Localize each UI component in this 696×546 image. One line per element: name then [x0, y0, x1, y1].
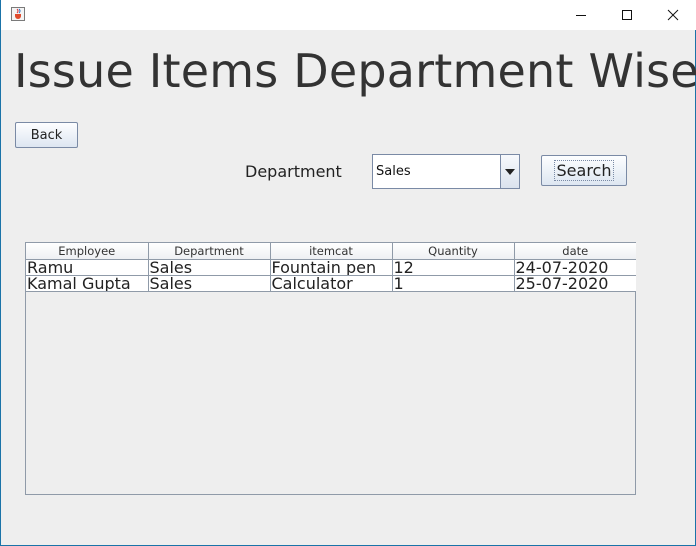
issue-items-table[interactable]: Employee Department itemcat Quantity dat… [25, 242, 636, 495]
department-selected-value: Sales [376, 164, 411, 179]
app-window: Issue Items Department Wise Back Departm… [0, 0, 696, 546]
close-icon [667, 9, 679, 21]
cell-date[interactable]: 25-07-2020 [514, 275, 636, 292]
department-label: Department [245, 162, 342, 181]
cell-employee[interactable]: Kamal Gupta [26, 275, 149, 292]
title-bar[interactable] [1, 0, 696, 30]
maximize-icon [622, 10, 632, 20]
table-row[interactable]: Ramu Sales Fountain pen 12 24-07-2020 [26, 259, 636, 276]
column-header-itemcat[interactable]: itemcat [270, 243, 393, 260]
close-button[interactable] [650, 0, 696, 30]
java-cup-icon [11, 7, 25, 21]
maximize-button[interactable] [604, 0, 650, 30]
cell-itemcat[interactable]: Calculator [270, 275, 393, 292]
table-row[interactable]: Kamal Gupta Sales Calculator 1 25-07-202… [26, 275, 636, 292]
department-dropdown[interactable]: Sales [372, 154, 520, 189]
cell-quantity[interactable]: 1 [392, 275, 515, 292]
cell-employee[interactable]: Ramu [26, 259, 149, 276]
column-header-department[interactable]: Department [148, 243, 271, 260]
search-button-label: Search [553, 160, 615, 181]
cell-date[interactable]: 24-07-2020 [514, 259, 636, 276]
minimize-button[interactable] [558, 0, 604, 30]
cell-quantity[interactable]: 12 [392, 259, 515, 276]
back-button[interactable]: Back [15, 122, 78, 148]
chevron-down-icon [505, 168, 515, 175]
column-header-employee[interactable]: Employee [26, 243, 149, 260]
cell-itemcat[interactable]: Fountain pen [270, 259, 393, 276]
cell-department[interactable]: Sales [148, 275, 271, 292]
table-header-row: Employee Department itemcat Quantity dat… [26, 243, 636, 260]
column-header-quantity[interactable]: Quantity [392, 243, 515, 260]
search-button[interactable]: Search [541, 155, 627, 186]
minimize-icon [576, 15, 586, 16]
dropdown-arrow-button[interactable] [500, 155, 519, 188]
cell-department[interactable]: Sales [148, 259, 271, 276]
column-header-date[interactable]: date [514, 243, 636, 260]
page-title: Issue Items Department Wise [14, 44, 696, 98]
